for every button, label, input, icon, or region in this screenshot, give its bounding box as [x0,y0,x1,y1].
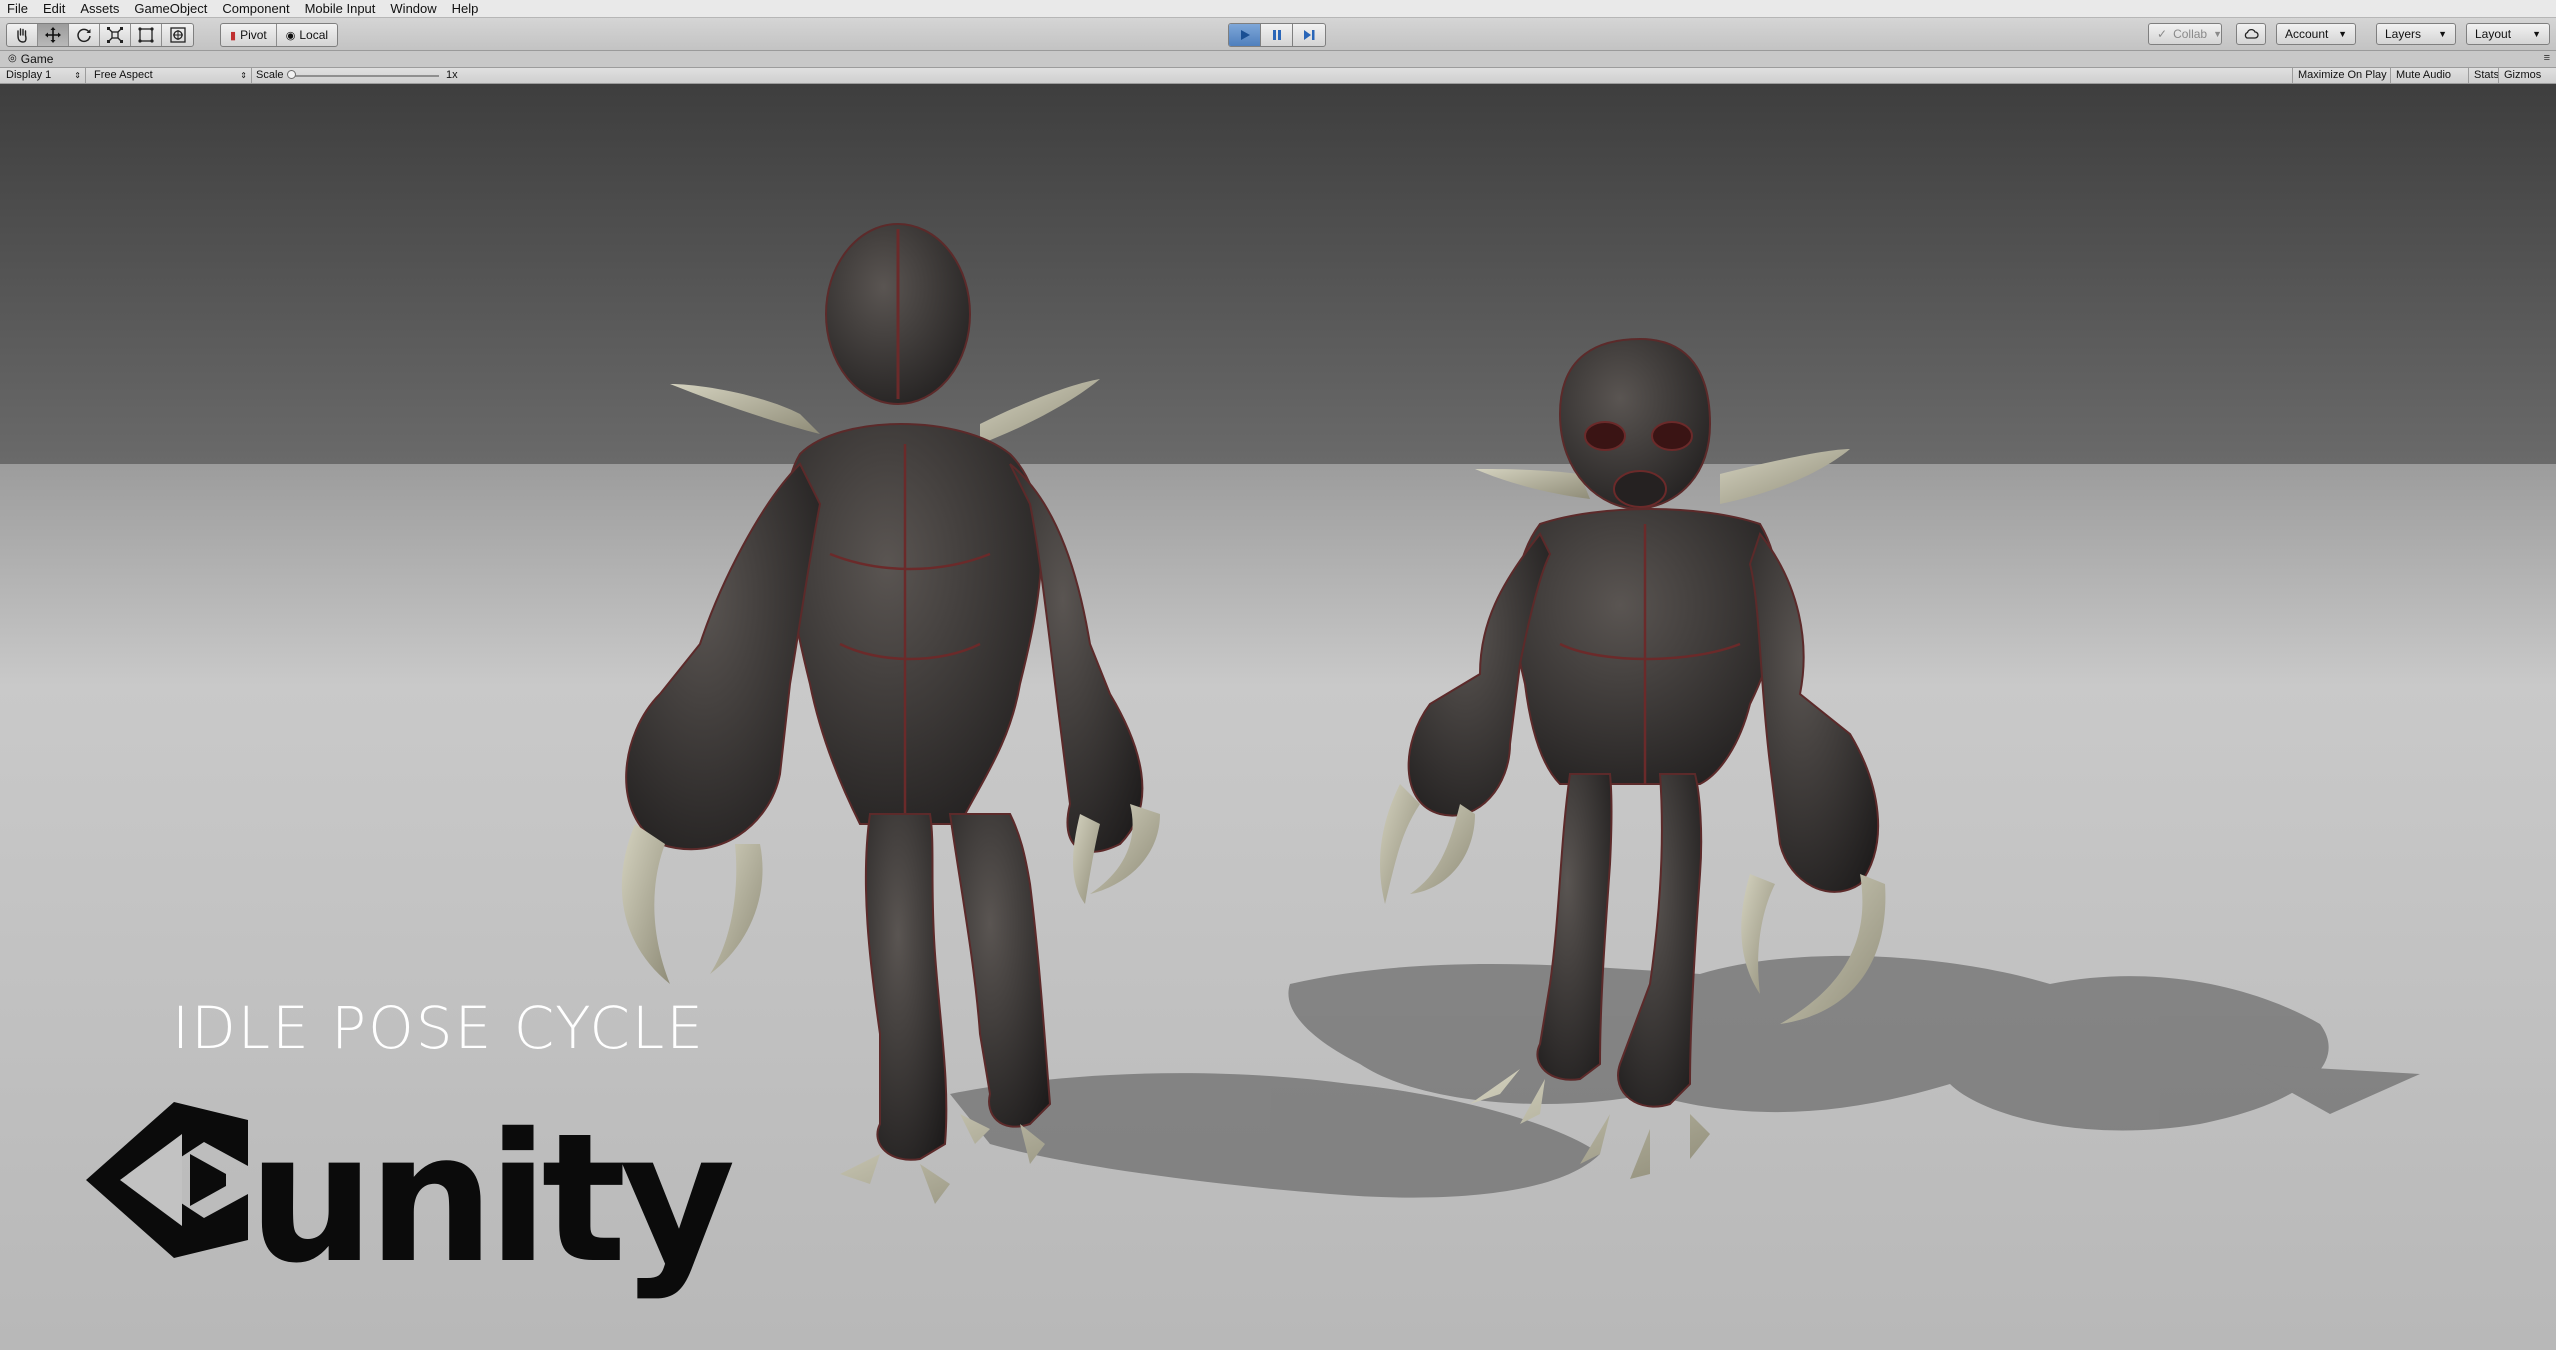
play-button[interactable] [1229,24,1261,46]
menu-assets[interactable]: Assets [73,0,127,17]
transform-tools [6,23,194,47]
menu-gameobject[interactable]: GameObject [127,0,215,17]
hand-icon [17,28,27,43]
pause-button[interactable] [1261,24,1293,46]
transform-tool-button[interactable] [162,24,193,46]
idle-pose-caption: IDLE POSE CYCLE [172,994,705,1062]
local-toggle[interactable]: ◉ Local [277,24,337,46]
layers-dropdown[interactable]: Layers ▼ [2376,23,2456,45]
pivot-group: ▮ Pivot ◉ Local [220,23,339,47]
display-label: Display 1 [6,69,52,81]
account-label: Account [2285,27,2329,41]
collab-label: Collab [2173,27,2208,41]
game-viewport[interactable]: IDLE POSE CYCLE unity [0,84,2556,1350]
rect-icon [138,27,154,43]
globe-icon: ◉ [285,29,296,42]
updown-icon: ⇕ [74,71,81,80]
scale-slider-track[interactable] [293,75,439,77]
account-dropdown[interactable]: Account ▼ [2276,23,2356,45]
menu-edit[interactable]: Edit [36,0,73,17]
chevron-down-icon: ▼ [2438,29,2447,39]
pause-icon [1272,30,1281,40]
chevron-down-icon: ▼ [2532,29,2541,39]
transform-icon [169,27,186,43]
rotate-tool-button[interactable] [69,24,100,46]
maximize-on-play-label: Maximize On Play [2298,69,2387,81]
scale-slider-thumb[interactable] [287,70,296,79]
collab-dropdown[interactable]: ✓ Collab ▼ [2148,23,2222,45]
mute-audio-toggle[interactable]: Mute Audio [2390,68,2456,83]
tab-game[interactable]: ◎ Game [4,51,61,67]
backdrop-wall [0,84,2556,464]
check-icon: ✓ [2157,27,2168,41]
cloud-button[interactable] [2236,23,2266,45]
rect-tool-button[interactable] [131,24,162,46]
layout-label: Layout [2475,27,2512,41]
local-label: Local [299,28,329,42]
aspect-dropdown[interactable]: Free Aspect ⇕ [88,68,252,83]
playback-controls [1228,23,1326,47]
game-view-toolbar: Display 1 ⇕ Free Aspect ⇕ Scale 1x Maxim… [0,68,2556,95]
pivot-label: Pivot [240,28,267,42]
scale-icon [107,27,123,43]
menu-file[interactable]: File [0,0,36,17]
step-button[interactable] [1293,24,1325,46]
step-icon [1304,30,1315,40]
pivot-icon: ▮ [230,29,237,42]
display-dropdown[interactable]: Display 1 ⇕ [0,68,86,83]
mute-audio-label: Mute Audio [2396,69,2452,81]
stats-label: Stats [2474,69,2500,81]
play-icon [1240,30,1250,40]
rotate-icon [77,28,91,43]
maximize-on-play-toggle[interactable]: Maximize On Play [2292,68,2392,83]
menu-bar: File Edit Assets GameObject Component Mo… [0,0,2556,18]
gizmos-dropdown[interactable]: Gizmos ▼ [2498,68,2556,95]
menu-mobile-input[interactable]: Mobile Input [298,0,384,17]
move-tool-button[interactable] [38,24,69,46]
layers-label: Layers [2385,27,2422,41]
unity-wordmark: unity [248,1095,736,1302]
cloud-icon [2244,28,2259,39]
main-toolbar: ▮ Pivot ◉ Local ✓ Collab ▼ Account ▼ Lay… [0,18,2556,51]
game-tab-bar: ◎ Game ≡ [0,51,2556,68]
pivot-toggle[interactable]: ▮ Pivot [221,24,277,46]
scale-tool-button[interactable] [100,24,131,46]
chevron-down-icon: ▼ [2213,29,2223,39]
updown-icon: ⇕ [240,71,247,80]
aspect-label: Free Aspect [94,69,153,81]
tab-game-label: Game [20,52,54,66]
menu-help[interactable]: Help [445,0,487,17]
tab-menu-icon[interactable]: ≡ [2544,51,2550,65]
chevron-down-icon: ▼ [2338,29,2347,39]
menu-window[interactable]: Window [383,0,444,17]
menu-component[interactable]: Component [215,0,297,17]
gizmos-label: Gizmos [2504,69,2542,81]
move-icon [45,27,61,43]
scale-label: Scale [256,69,284,81]
scale-value: 1x [446,69,458,81]
game-controller-icon: ◎ [8,53,17,64]
hand-tool-button[interactable] [7,24,38,46]
layout-dropdown[interactable]: Layout ▼ [2466,23,2550,45]
